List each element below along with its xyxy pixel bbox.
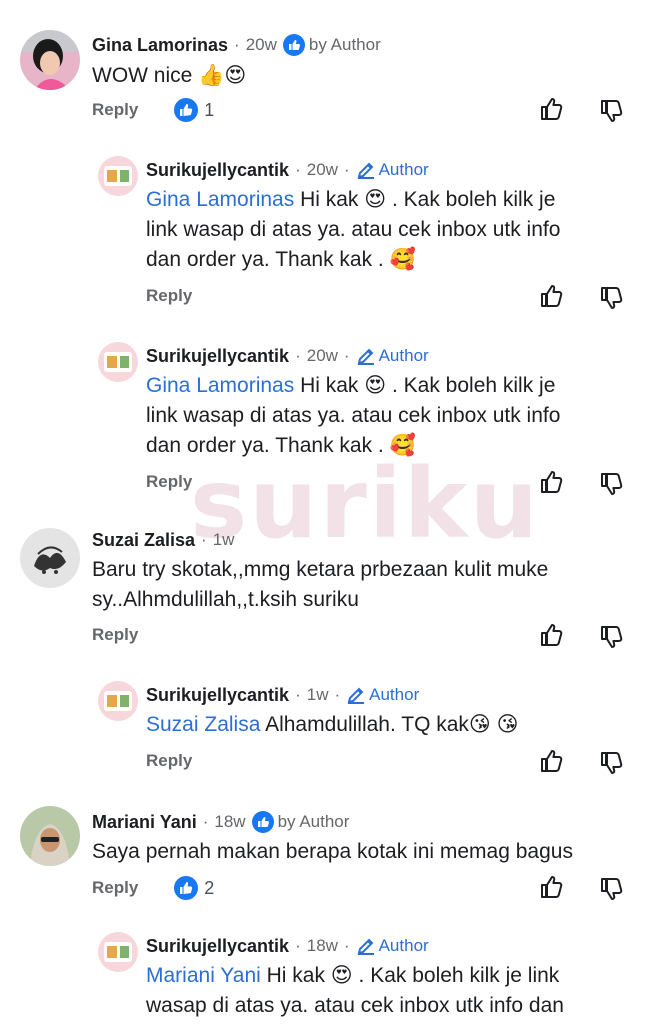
timestamp[interactable]: 1w — [213, 529, 235, 551]
thumbs-up-icon[interactable] — [538, 95, 566, 123]
thumbs-up-icon[interactable] — [538, 621, 566, 649]
reply-button[interactable]: Reply — [146, 472, 192, 492]
reply-button[interactable]: Reply — [92, 100, 138, 120]
thumbs-down-icon[interactable] — [598, 875, 626, 903]
thumbs-up-icon[interactable] — [538, 747, 566, 775]
thumbs-down-icon[interactable] — [598, 470, 626, 498]
mention-link[interactable]: Mariani Yani — [146, 964, 261, 987]
by-author-badge: by Author — [282, 34, 381, 56]
like-reaction-icon — [174, 876, 199, 900]
avatar[interactable] — [20, 806, 80, 866]
timestamp[interactable]: 18w — [307, 935, 338, 957]
mention-link[interactable]: Gina Lamorinas — [146, 188, 294, 211]
comment-text: Suzai Zalisa Alhamdulillah. TQ kak😘 😘 — [146, 713, 519, 736]
thumbs-up-icon[interactable] — [538, 873, 566, 901]
like-reaction-icon — [251, 811, 274, 833]
comment-text: Mariani Yani Hi kak 😍 . Kak boleh kilk j… — [146, 964, 564, 1017]
thumbs-down-icon[interactable] — [598, 97, 626, 125]
comment-text: Saya pernah makan berapa kotak ini memag… — [92, 840, 573, 863]
thumbs-down-icon[interactable] — [598, 749, 626, 777]
reaction-count[interactable]: 1 — [174, 98, 214, 122]
timestamp[interactable]: 1w — [307, 684, 329, 706]
author-badge: Author — [356, 345, 429, 367]
thumbs-up-icon[interactable] — [538, 468, 566, 496]
reply-button[interactable]: Reply — [146, 751, 192, 771]
comment-text: Gina Lamorinas Hi kak 😍 . Kak boleh kilk… — [146, 374, 561, 457]
timestamp[interactable]: 18w — [214, 811, 245, 833]
commenter-name[interactable]: Surikujellycantik — [146, 159, 289, 181]
pencil-icon — [347, 687, 365, 704]
comment-text: WOW nice 👍😍 — [92, 63, 247, 87]
commenter-name[interactable]: Gina Lamorinas — [92, 34, 228, 56]
reply-button[interactable]: Reply — [92, 625, 138, 645]
commenter-name[interactable]: Surikujellycantik — [146, 935, 289, 957]
like-reaction-icon — [282, 34, 305, 56]
thumbs-up-icon[interactable] — [538, 282, 566, 310]
comment-text: Gina Lamorinas Hi kak 😍 . Kak boleh kilk… — [146, 188, 561, 271]
timestamp[interactable]: 20w — [246, 34, 277, 56]
commenter-name[interactable]: Surikujellycantik — [146, 345, 289, 367]
avatar[interactable] — [98, 156, 138, 196]
avatar[interactable] — [20, 528, 80, 588]
avatar[interactable] — [98, 342, 138, 382]
avatar[interactable] — [98, 932, 138, 972]
pencil-icon — [357, 348, 374, 365]
commenter-name[interactable]: Mariani Yani — [92, 811, 197, 833]
author-badge: Author — [346, 684, 419, 706]
avatar[interactable] — [20, 30, 80, 90]
by-author-badge: by Author — [251, 811, 349, 833]
commenter-name[interactable]: Suzai Zalisa — [92, 529, 195, 551]
comment-text: Baru try skotak,,mmg ketara prbezaan kul… — [92, 558, 549, 611]
like-reaction-icon — [174, 98, 199, 122]
timestamp[interactable]: 20w — [307, 345, 338, 367]
mention-link[interactable]: Gina Lamorinas — [146, 374, 294, 397]
avatar[interactable] — [98, 681, 138, 721]
pencil-icon — [357, 938, 374, 955]
thumbs-down-icon[interactable] — [598, 284, 626, 312]
commenter-name[interactable]: Surikujellycantik — [146, 684, 289, 706]
reaction-count[interactable]: 2 — [174, 876, 214, 900]
reply-button[interactable]: Reply — [92, 878, 138, 898]
pencil-icon — [357, 162, 374, 179]
watermark: suriku — [190, 448, 540, 560]
reply-button[interactable]: Reply — [146, 286, 192, 306]
author-badge: Author — [356, 159, 429, 181]
author-badge: Author — [356, 935, 429, 957]
mention-link[interactable]: Suzai Zalisa — [146, 713, 260, 736]
thumbs-down-icon[interactable] — [598, 623, 626, 651]
timestamp[interactable]: 20w — [307, 159, 338, 181]
